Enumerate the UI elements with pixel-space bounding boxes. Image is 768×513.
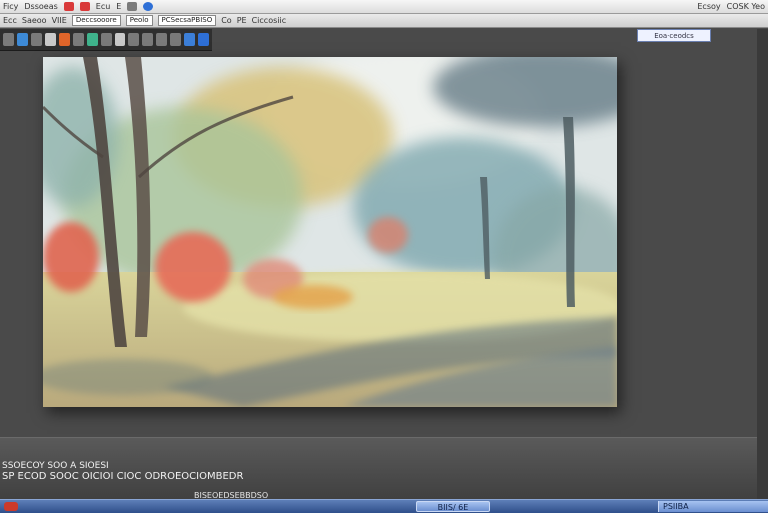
option-item-2[interactable]: Saeoo [22,16,47,25]
canvas-document[interactable] [43,57,617,407]
options-bar: Ecc Saeoo VIIE Deccsooore Peolo PCSecsaP… [0,14,768,28]
bush-red-left [43,222,99,292]
menu-item-2[interactable]: Dssoeas [24,2,57,11]
brush-tool-icon[interactable] [72,33,84,46]
right-panel-edge [757,29,768,499]
grid-icon[interactable] [127,2,138,11]
bush-red-center [155,232,231,302]
option-right-1[interactable]: Co [221,16,231,25]
option-field-3[interactable]: PCSecsaPBISO [157,15,217,26]
taskbar: BIIS/ 6E PSIIBA [0,499,768,513]
text-tool-icon[interactable] [170,33,182,46]
option-right-2[interactable]: PE [237,16,247,25]
menu-item-3[interactable]: Ecu [96,2,111,11]
status-panel [0,437,757,500]
option-field-2[interactable]: Peolo [125,15,153,26]
zoom-tool-icon[interactable] [128,33,140,46]
move-tool-icon[interactable] [3,33,14,46]
tool-strip [0,29,212,51]
pen-tool-icon[interactable] [156,33,168,46]
option-right-3[interactable]: Ciccosiic [252,16,287,25]
color-tool-icon[interactable] [198,33,210,46]
watercolor-painting [43,57,617,407]
status-line-1: SSOECOY SOO A SIOESI [2,461,109,471]
hand-tool-icon[interactable] [114,33,126,46]
stamp-tool-icon[interactable] [100,33,112,46]
status-line-2: SP ECOD SOOC OICIOI CIOC ODROEOCIOMBEDR [2,471,244,482]
option-field-1[interactable]: Deccsooore [71,15,121,26]
panel-chip[interactable]: Eoa·ceodcs [637,29,711,42]
eraser-tool-icon[interactable] [86,33,98,46]
bush-red-far [368,217,408,253]
marquee-tool-icon[interactable] [16,33,28,46]
shape-tool-icon[interactable] [184,33,196,46]
menu-item-right-2[interactable]: COSK Yeo [727,2,765,11]
option-item-3[interactable]: VIIE [52,16,67,25]
menu-item-1[interactable]: Ficy [3,2,18,11]
bush-orange [273,285,353,309]
menu-item-4[interactable]: E [116,2,121,11]
crop-tool-icon[interactable] [44,33,56,46]
taskbar-app-button[interactable]: BIIS/ 6E [416,501,490,512]
start-button[interactable] [4,502,18,511]
menu-item-right-1[interactable]: Ecsoy [697,2,720,11]
lasso-tool-icon[interactable] [30,33,42,46]
eyedropper-tool-icon[interactable] [142,33,154,46]
record-icon[interactable] [63,2,74,11]
fill-tool-icon[interactable] [58,33,70,46]
option-item-1[interactable]: Ecc [3,16,17,25]
record-icon-2[interactable] [79,2,90,11]
globe-icon[interactable] [143,2,154,11]
menu-bar: Ficy Dssoeas Ecu E Ecsoy COSK Yeo [0,0,768,14]
system-tray[interactable]: PSIIBA [658,501,768,512]
